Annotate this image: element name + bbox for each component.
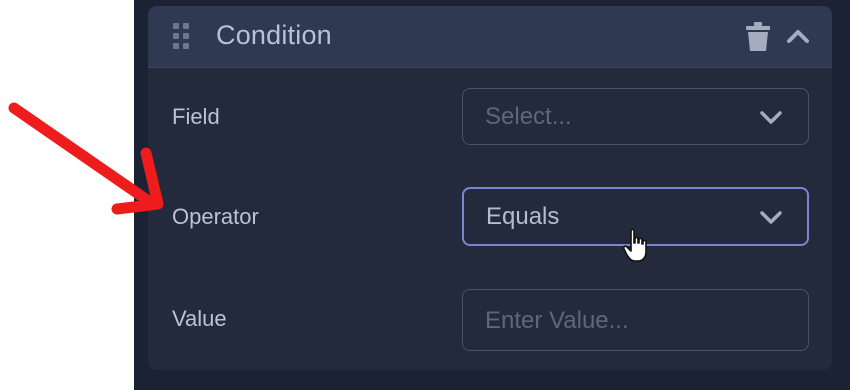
drag-handle-icon[interactable] — [173, 23, 189, 49]
operator-label: Operator — [172, 204, 259, 229]
annotation-arrow-icon — [8, 102, 164, 215]
chevron-down-icon — [760, 111, 782, 124]
hand-cursor-icon — [622, 228, 647, 262]
trash-icon[interactable] — [746, 22, 770, 52]
value-input[interactable]: Enter Value... — [462, 289, 809, 351]
panel-title: Condition — [216, 20, 332, 50]
operator-select-value: Equals — [486, 203, 560, 230]
field-select-placeholder: Select... — [485, 103, 572, 130]
value-input-placeholder: Enter Value... — [485, 307, 629, 334]
chevron-up-icon[interactable] — [786, 28, 810, 44]
condition-panel: Condition Field Select... Operator Equal… — [148, 6, 832, 370]
chevron-down-icon — [760, 211, 782, 224]
field-select[interactable]: Select... — [462, 88, 809, 145]
condition-panel-header: Condition — [148, 6, 832, 68]
value-label: Value — [172, 306, 227, 331]
